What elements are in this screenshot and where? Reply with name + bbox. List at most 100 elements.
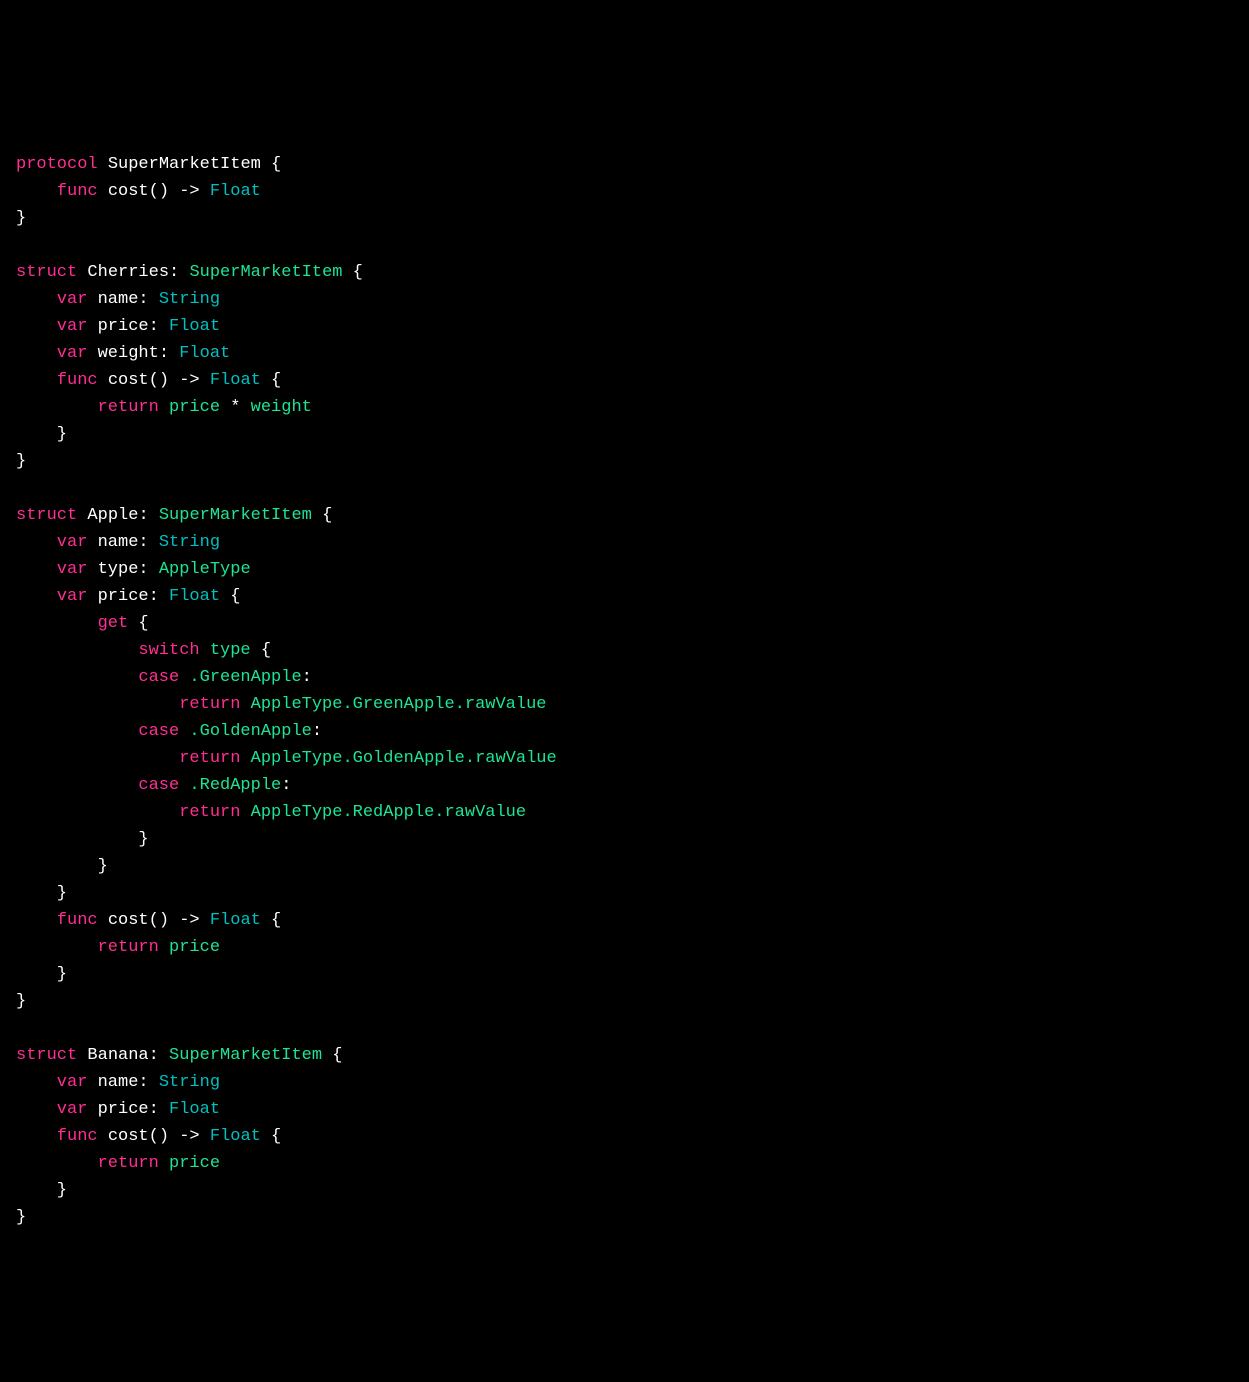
- arrow: ->: [169, 182, 210, 201]
- keyword-return: return: [98, 938, 159, 957]
- keyword-return: return: [98, 1154, 159, 1173]
- keyword-func: func: [57, 1127, 98, 1146]
- operator-star: *: [220, 398, 251, 417]
- close-brace: }: [16, 209, 26, 228]
- field-weight: weight: [98, 344, 159, 363]
- keyword-return: return: [179, 749, 240, 768]
- green-rawvalue: AppleType.GreenApple.rawValue: [251, 695, 547, 714]
- close-brace: }: [57, 425, 67, 444]
- close-brace: }: [16, 452, 26, 471]
- return-type: Float: [210, 911, 261, 930]
- keyword-var: var: [57, 317, 88, 336]
- func-name: cost: [108, 1127, 149, 1146]
- colon: :: [138, 533, 158, 552]
- open-brace: {: [261, 155, 281, 174]
- colon: :: [149, 587, 169, 606]
- open-brace: {: [251, 641, 271, 660]
- keyword-switch: switch: [138, 641, 199, 660]
- case-greenapple: .GreenApple: [189, 668, 301, 687]
- close-brace: }: [16, 992, 26, 1011]
- struct-name: Apple: [87, 506, 138, 525]
- keyword-case: case: [138, 776, 179, 795]
- close-brace: }: [138, 830, 148, 849]
- struct-name: Cherries: [87, 263, 169, 282]
- struct-name: Banana: [87, 1046, 148, 1065]
- colon: :: [149, 317, 169, 336]
- field-price: price: [98, 587, 149, 606]
- return-type: Float: [210, 1127, 261, 1146]
- colon-only: :: [302, 668, 312, 687]
- field-price: price: [98, 1100, 149, 1119]
- func-name: cost: [108, 371, 149, 390]
- keyword-struct: struct: [16, 506, 77, 525]
- field-name: name: [98, 1073, 139, 1092]
- keyword-case: case: [138, 722, 179, 741]
- field-name: name: [98, 533, 139, 552]
- type-string: String: [159, 533, 220, 552]
- colon-only: :: [281, 776, 291, 795]
- keyword-func: func: [57, 371, 98, 390]
- close-brace: }: [57, 1181, 67, 1200]
- arrow: ->: [169, 911, 210, 930]
- open-brace: {: [220, 587, 240, 606]
- keyword-var: var: [57, 290, 88, 309]
- open-brace: {: [342, 263, 362, 282]
- close-brace: }: [98, 857, 108, 876]
- space: [98, 155, 108, 174]
- keyword-return: return: [179, 695, 240, 714]
- keyword-protocol: protocol: [16, 155, 98, 174]
- colon: :: [149, 1100, 169, 1119]
- keyword-var: var: [57, 1073, 88, 1092]
- arrow: ->: [169, 1127, 210, 1146]
- code-block: protocol SuperMarketItem { func cost() -…: [16, 124, 1233, 1231]
- golden-rawvalue: AppleType.GoldenApple.rawValue: [251, 749, 557, 768]
- conformance: SuperMarketItem: [169, 1046, 322, 1065]
- open-brace: {: [261, 911, 281, 930]
- keyword-return: return: [179, 803, 240, 822]
- colon: :: [138, 506, 158, 525]
- close-brace: }: [16, 1208, 26, 1227]
- colon: :: [169, 263, 189, 282]
- return-type: Float: [210, 371, 261, 390]
- colon-only: :: [312, 722, 322, 741]
- func-name: cost: [108, 182, 149, 201]
- type-float: Float: [179, 344, 230, 363]
- colon: :: [138, 1073, 158, 1092]
- keyword-struct: struct: [16, 263, 77, 282]
- open-brace: {: [261, 371, 281, 390]
- red-rawvalue: AppleType.RedApple.rawValue: [251, 803, 526, 822]
- type-float: Float: [169, 317, 220, 336]
- keyword-return: return: [98, 398, 159, 417]
- close-brace: }: [57, 884, 67, 903]
- open-brace: {: [312, 506, 332, 525]
- keyword-var: var: [57, 1100, 88, 1119]
- case-goldenapple: .GoldenApple: [189, 722, 311, 741]
- type-string: String: [159, 290, 220, 309]
- conformance: SuperMarketItem: [189, 263, 342, 282]
- return-type: Float: [210, 182, 261, 201]
- type-string: String: [159, 1073, 220, 1092]
- keyword-func: func: [57, 182, 98, 201]
- expr-weight: weight: [251, 398, 312, 417]
- colon: :: [138, 290, 158, 309]
- close-brace: }: [57, 965, 67, 984]
- keyword-func: func: [57, 911, 98, 930]
- func-name: cost: [108, 911, 149, 930]
- switch-subject: type: [210, 641, 251, 660]
- colon: :: [159, 344, 179, 363]
- parens: (): [149, 182, 169, 201]
- field-type: type: [98, 560, 139, 579]
- case-redapple: .RedApple: [189, 776, 281, 795]
- keyword-var: var: [57, 533, 88, 552]
- keyword-var: var: [57, 560, 88, 579]
- colon: :: [149, 1046, 169, 1065]
- parens: (): [149, 911, 169, 930]
- open-brace: {: [128, 614, 148, 633]
- keyword-get: get: [98, 614, 129, 633]
- expr-price: price: [169, 398, 220, 417]
- type-float: Float: [169, 1100, 220, 1119]
- parens: (): [149, 371, 169, 390]
- parens: (): [149, 1127, 169, 1146]
- arrow: ->: [169, 371, 210, 390]
- conformance: SuperMarketItem: [159, 506, 312, 525]
